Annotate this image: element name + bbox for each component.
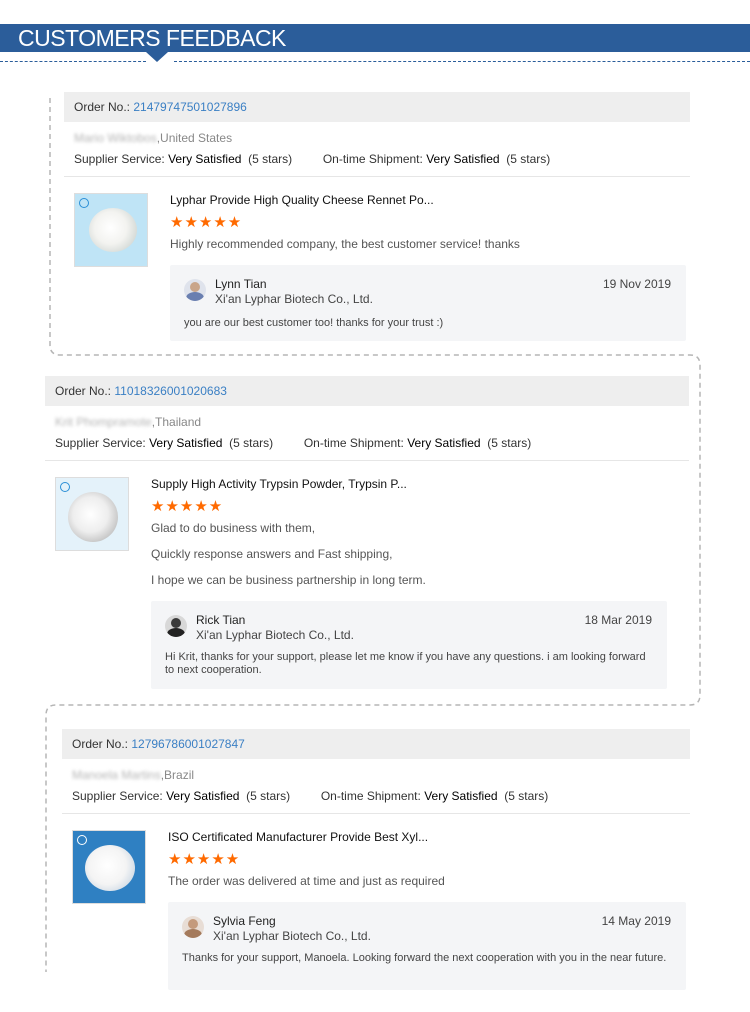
- shipment-value: Very Satisfied: [407, 436, 481, 450]
- reply-author: Sylvia Feng: [213, 914, 276, 928]
- product-thumbnail[interactable]: [74, 193, 148, 267]
- reply-company: Xi'an Lyphar Biotech Co., Ltd.: [215, 292, 373, 306]
- reply-text: Hi Krit, thanks for your support, please…: [165, 651, 646, 676]
- buyer-country: ,Brazil: [160, 768, 195, 782]
- avatar: [182, 916, 204, 938]
- order-number-link[interactable]: 12796786001027847: [131, 737, 244, 751]
- reply-company: Xi'an Lyphar Biotech Co., Ltd.: [196, 628, 354, 642]
- order-label: Order No.:: [55, 384, 112, 398]
- supplier-service-value: Very Satisfied: [166, 789, 240, 803]
- powder-image: [68, 492, 118, 542]
- review-comment: Quickly response answers and Fast shippi…: [151, 547, 393, 561]
- buyer-country: ,United States: [156, 131, 233, 145]
- reply-date: 14 May 2019: [601, 914, 671, 928]
- reply-company: Xi'an Lyphar Biotech Co., Ltd.: [213, 929, 371, 943]
- order-bar: Order No.: 12796786001027847: [62, 729, 690, 759]
- powder-image: [89, 208, 137, 252]
- order-bar: Order No.: 21479747501027896: [64, 92, 690, 122]
- order-label: Order No.:: [74, 100, 131, 114]
- rating-summary: Supplier Service: Very Satisfied (5 star…: [64, 148, 690, 170]
- supplier-service-label: Supplier Service:: [74, 152, 165, 166]
- order-label: Order No.:: [72, 737, 129, 751]
- product-title-link[interactable]: ISO Certificated Manufacturer Provide Be…: [168, 830, 428, 844]
- reply-author: Lynn Tian: [215, 277, 267, 291]
- review-card: Order No.: 21479747501027896 Mario Wikto…: [64, 92, 690, 347]
- star-rating: ★★★★★: [151, 498, 224, 515]
- avatar: [165, 615, 187, 637]
- brand-logo-icon: [60, 482, 70, 492]
- buyer-info: Krit Phompramote,Thailand: [45, 412, 689, 432]
- star-rating: ★★★★★: [170, 214, 243, 231]
- supplier-service-stars: (5 stars): [248, 152, 293, 166]
- rating-summary: Supplier Service: Very Satisfied (5 star…: [62, 785, 690, 807]
- shipment-label: On-time Shipment:: [320, 789, 421, 803]
- supplier-reply: Lynn Tian Xi'an Lyphar Biotech Co., Ltd.…: [170, 265, 686, 341]
- brand-logo-icon: [79, 198, 89, 208]
- buyer-country: ,Thailand: [151, 415, 202, 429]
- review-card: Order No.: 11018326001020683 Krit Phompr…: [45, 376, 689, 693]
- shipment-stars: (5 stars): [487, 436, 532, 450]
- powder-image: [85, 845, 135, 891]
- rating-summary: Supplier Service: Very Satisfied (5 star…: [45, 432, 689, 454]
- avatar: [184, 279, 206, 301]
- buyer-info: Mario Wiktobos,United States: [64, 128, 690, 148]
- shipment-label: On-time Shipment:: [303, 436, 404, 450]
- reply-author: Rick Tian: [196, 613, 246, 627]
- supplier-service-label: Supplier Service:: [55, 436, 146, 450]
- review-card: Order No.: 12796786001027847 Manoela Mar…: [62, 729, 690, 990]
- shipment-value: Very Satisfied: [426, 152, 500, 166]
- star-rating: ★★★★★: [168, 851, 241, 868]
- product-title-link[interactable]: Lyphar Provide High Quality Cheese Renne…: [170, 193, 434, 207]
- supplier-service-stars: (5 stars): [246, 789, 291, 803]
- product-thumbnail[interactable]: [72, 830, 146, 904]
- reply-text: you are our best customer too! thanks fo…: [184, 317, 444, 329]
- shipment-stars: (5 stars): [506, 152, 551, 166]
- review-comment: Glad to do business with them,: [151, 521, 316, 535]
- supplier-service-stars: (5 stars): [229, 436, 274, 450]
- product-title-link[interactable]: Supply High Activity Trypsin Powder, Try…: [151, 477, 407, 491]
- supplier-service-value: Very Satisfied: [168, 152, 242, 166]
- buyer-name: Mario Wiktobos: [74, 131, 157, 145]
- order-number-link[interactable]: 11018326001020683: [114, 384, 227, 398]
- shipment-label: On-time Shipment:: [322, 152, 423, 166]
- brand-logo-icon: [77, 835, 87, 845]
- order-bar: Order No.: 11018326001020683: [45, 376, 689, 406]
- supplier-reply: Sylvia Feng Xi'an Lyphar Biotech Co., Lt…: [168, 902, 686, 990]
- supplier-service-label: Supplier Service:: [72, 789, 163, 803]
- supplier-reply: Rick Tian Xi'an Lyphar Biotech Co., Ltd.…: [151, 601, 667, 689]
- reply-date: 18 Mar 2019: [584, 613, 652, 627]
- product-review: ISO Certificated Manufacturer Provide Be…: [62, 814, 690, 990]
- reply-date: 19 Nov 2019: [602, 277, 671, 291]
- buyer-info: Manoela Martins,Brazil: [62, 765, 690, 785]
- review-comment: The order was delivered at time and just…: [168, 874, 445, 888]
- product-thumbnail[interactable]: [55, 477, 129, 551]
- supplier-service-value: Very Satisfied: [149, 436, 223, 450]
- buyer-name: Manoela Martins: [72, 768, 161, 782]
- review-comment: I hope we can be business partnership in…: [151, 573, 426, 587]
- product-review: Lyphar Provide High Quality Cheese Renne…: [64, 177, 690, 347]
- shipment-value: Very Satisfied: [424, 789, 498, 803]
- review-comment: Highly recommended company, the best cus…: [170, 237, 520, 251]
- product-review: Supply High Activity Trypsin Powder, Try…: [45, 461, 689, 693]
- order-number-link[interactable]: 21479747501027896: [133, 100, 246, 114]
- shipment-stars: (5 stars): [504, 789, 549, 803]
- buyer-name: Krit Phompramote: [55, 415, 152, 429]
- reply-text: Thanks for your support, Manoela. Lookin…: [182, 952, 667, 964]
